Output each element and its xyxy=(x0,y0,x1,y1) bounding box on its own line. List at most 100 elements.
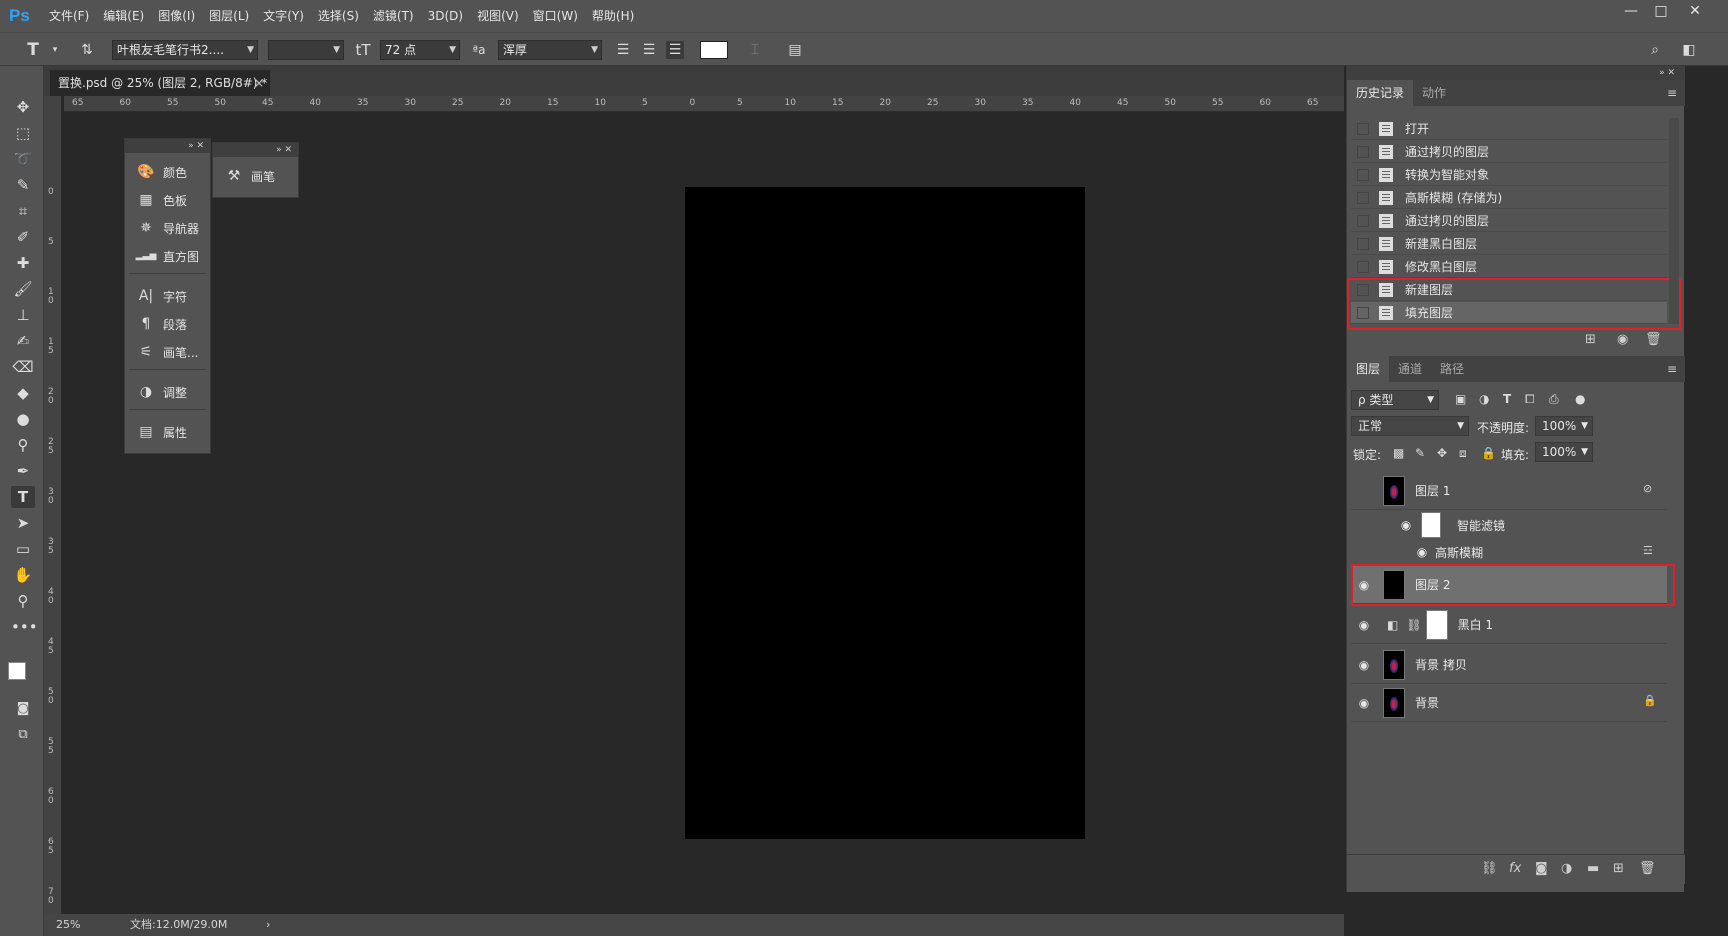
close-window-button[interactable]: ✕ xyxy=(1680,0,1710,22)
panel-dock-header[interactable]: » ✕ xyxy=(1347,66,1685,80)
filter-row[interactable]: ◉ 高斯模糊 ☲ xyxy=(1351,540,1667,564)
menu-view[interactable]: 视图(V) xyxy=(470,0,526,32)
paint-bucket-tool-icon[interactable]: ◆ xyxy=(11,382,35,404)
menu-select[interactable]: 选择(S) xyxy=(311,0,366,32)
hand-tool-icon[interactable]: ✋ xyxy=(11,564,35,586)
history-item[interactable]: 新建黑白图层 xyxy=(1351,233,1667,255)
panel-header[interactable]: » ✕ xyxy=(125,139,210,153)
trash-icon[interactable]: 🗑 xyxy=(1639,861,1656,876)
panel-menu-icon[interactable]: ≡ xyxy=(1667,86,1677,100)
menu-type[interactable]: 文字(Y) xyxy=(256,0,311,32)
eraser-tool-icon[interactable]: ⌫ xyxy=(11,356,35,378)
blur-tool-icon[interactable]: ● xyxy=(11,408,35,430)
filter-toggle-icon[interactable]: ● xyxy=(1575,392,1585,406)
menu-help[interactable]: 帮助(H) xyxy=(585,0,641,32)
rectangle-tool-icon[interactable]: ▭ xyxy=(11,538,35,560)
font-family-select[interactable]: 叶根友毛笔行书2.... ▼ xyxy=(112,40,258,60)
menu-file[interactable]: 文件(F) xyxy=(42,0,96,32)
workspace-icon[interactable]: ◧ xyxy=(1680,41,1698,59)
history-item[interactable]: 通过拷贝的图层 xyxy=(1351,210,1667,232)
blend-mode-select[interactable]: 正常 ▼ xyxy=(1351,416,1469,436)
screen-mode-icon[interactable]: ⧉ xyxy=(11,724,35,746)
eyedropper-tool-icon[interactable]: ✐ xyxy=(11,226,35,248)
menu-window[interactable]: 窗口(W) xyxy=(526,0,585,32)
tab-layers[interactable]: 图层 xyxy=(1347,356,1390,382)
folder-icon[interactable]: ▬ xyxy=(1587,861,1599,876)
layer-filter-select[interactable]: ρ 类型 ▼ xyxy=(1351,390,1439,410)
history-item[interactable]: 高斯模糊 (存储为) xyxy=(1351,187,1667,209)
fill-input[interactable]: 100% ▼ xyxy=(1535,442,1593,462)
new-adjustment-icon[interactable]: ◑ xyxy=(1561,861,1572,876)
filter-pixel-icon[interactable]: ▣ xyxy=(1455,392,1466,406)
font-style-select[interactable]: ▼ xyxy=(268,40,344,60)
zoom-level[interactable]: 25% xyxy=(56,914,80,936)
clone-stamp-tool-icon[interactable]: ⊥ xyxy=(11,304,35,326)
text-color-swatch[interactable] xyxy=(700,41,728,59)
quick-select-tool-icon[interactable]: ✎ xyxy=(11,174,35,196)
document-canvas[interactable] xyxy=(685,187,1085,839)
new-document-from-state-icon[interactable]: ⊞ xyxy=(1585,332,1596,347)
color-panel-button[interactable]: 🎨 颜色 xyxy=(135,161,187,183)
lock-artboard-icon[interactable]: ⧈ xyxy=(1459,446,1467,461)
quick-mask-icon[interactable]: ◙ xyxy=(11,698,35,720)
brush-tool-icon[interactable]: 🖌 xyxy=(11,278,35,300)
fx-icon[interactable]: fx xyxy=(1509,861,1521,876)
move-tool-icon[interactable]: ✥ xyxy=(11,96,35,118)
chevron-down-icon[interactable]: ▾ xyxy=(46,41,64,59)
histogram-panel-button[interactable]: ▂▃▅ 直方图 xyxy=(135,245,199,267)
document-tab[interactable]: 置换.psd @ 25% (图层 2, RGB/8#) * × xyxy=(50,70,270,96)
foreground-color-swatch[interactable] xyxy=(8,662,26,680)
text-orientation-icon[interactable]: ⇅ xyxy=(78,41,96,59)
layer-row[interactable]: 图层 1 ⊘ xyxy=(1351,472,1667,510)
menu-layer[interactable]: 图层(L) xyxy=(202,0,256,32)
healing-brush-tool-icon[interactable]: ✚ xyxy=(11,252,35,274)
new-layer-icon[interactable]: ⊞ xyxy=(1613,861,1624,876)
layer-row[interactable]: ◉ 背景 拷贝 xyxy=(1351,646,1667,684)
align-left-icon[interactable]: ☰ xyxy=(614,41,632,59)
antialias-select[interactable]: 浑厚 ▼ xyxy=(498,40,602,60)
history-scrollbar[interactable] xyxy=(1669,118,1679,324)
pen-tool-icon[interactable]: ✒ xyxy=(11,460,35,482)
opacity-input[interactable]: 100% ▼ xyxy=(1535,416,1593,436)
lasso-tool-icon[interactable]: ➰ xyxy=(11,148,35,170)
history-item[interactable]: 打开 xyxy=(1351,118,1667,140)
adjustments-panel-button[interactable]: ◑ 调整 xyxy=(135,381,187,403)
brush-settings-panel-button[interactable]: ⚟ 画笔... xyxy=(135,341,199,363)
character-panel-button[interactable]: A| 字符 xyxy=(135,285,187,307)
crop-tool-icon[interactable]: ⌗ xyxy=(11,200,35,222)
history-item[interactable]: 通过拷贝的图层 xyxy=(1351,141,1667,163)
tab-actions[interactable]: 动作 xyxy=(1413,80,1455,106)
history-brush-tool-icon[interactable]: ✍ xyxy=(11,330,35,352)
trash-icon[interactable]: 🗑 xyxy=(1645,332,1662,347)
zoom-tool-icon[interactable]: ⚲ xyxy=(11,590,35,612)
marquee-tool-icon[interactable]: ⬚ xyxy=(11,122,35,144)
link-layers-icon[interactable]: ⛓ xyxy=(1481,861,1498,876)
history-item[interactable]: 转换为智能对象 xyxy=(1351,164,1667,186)
warp-text-icon[interactable]: ⌶ xyxy=(746,41,764,59)
menu-image[interactable]: 图像(I) xyxy=(151,0,202,32)
tab-paths[interactable]: 路径 xyxy=(1431,356,1473,382)
menu-filter[interactable]: 滤镜(T) xyxy=(366,0,421,32)
align-center-icon[interactable]: ☰ xyxy=(640,41,658,59)
search-icon[interactable]: ⌕ xyxy=(1646,41,1664,59)
menu-3d[interactable]: 3D(D) xyxy=(421,0,470,32)
dodge-tool-icon[interactable]: ⚲ xyxy=(11,434,35,456)
properties-panel-button[interactable]: ▤ 属性 xyxy=(135,421,187,443)
layer-row[interactable]: ◉ ◧ ⛓ 黑白 1 xyxy=(1351,606,1667,644)
menu-edit[interactable]: 编辑(E) xyxy=(96,0,151,32)
filter-type-icon[interactable]: T xyxy=(1503,392,1511,406)
swatches-panel-button[interactable]: ▦ 色板 xyxy=(135,189,187,211)
panel-header[interactable]: » ✕ xyxy=(213,143,298,157)
align-right-icon[interactable]: ☰ xyxy=(666,41,684,59)
restore-button[interactable]: □ xyxy=(1646,0,1676,22)
paragraph-panel-button[interactable]: ¶ 段落 xyxy=(135,313,187,335)
add-mask-icon[interactable]: ◙ xyxy=(1535,861,1548,876)
filter-shape-icon[interactable]: ⧠ xyxy=(1525,392,1535,407)
minimize-button[interactable]: — xyxy=(1616,0,1646,22)
brush-panel-button[interactable]: ⚒ 画笔 xyxy=(223,165,275,187)
type-tool-preset-icon[interactable]: T xyxy=(24,41,42,59)
lock-transparent-icon[interactable]: ▩ xyxy=(1393,446,1404,460)
lock-position-icon[interactable]: ✥ xyxy=(1437,446,1447,460)
panel-menu-icon[interactable]: ≡ xyxy=(1667,362,1677,376)
close-tab-icon[interactable]: × xyxy=(254,70,264,96)
